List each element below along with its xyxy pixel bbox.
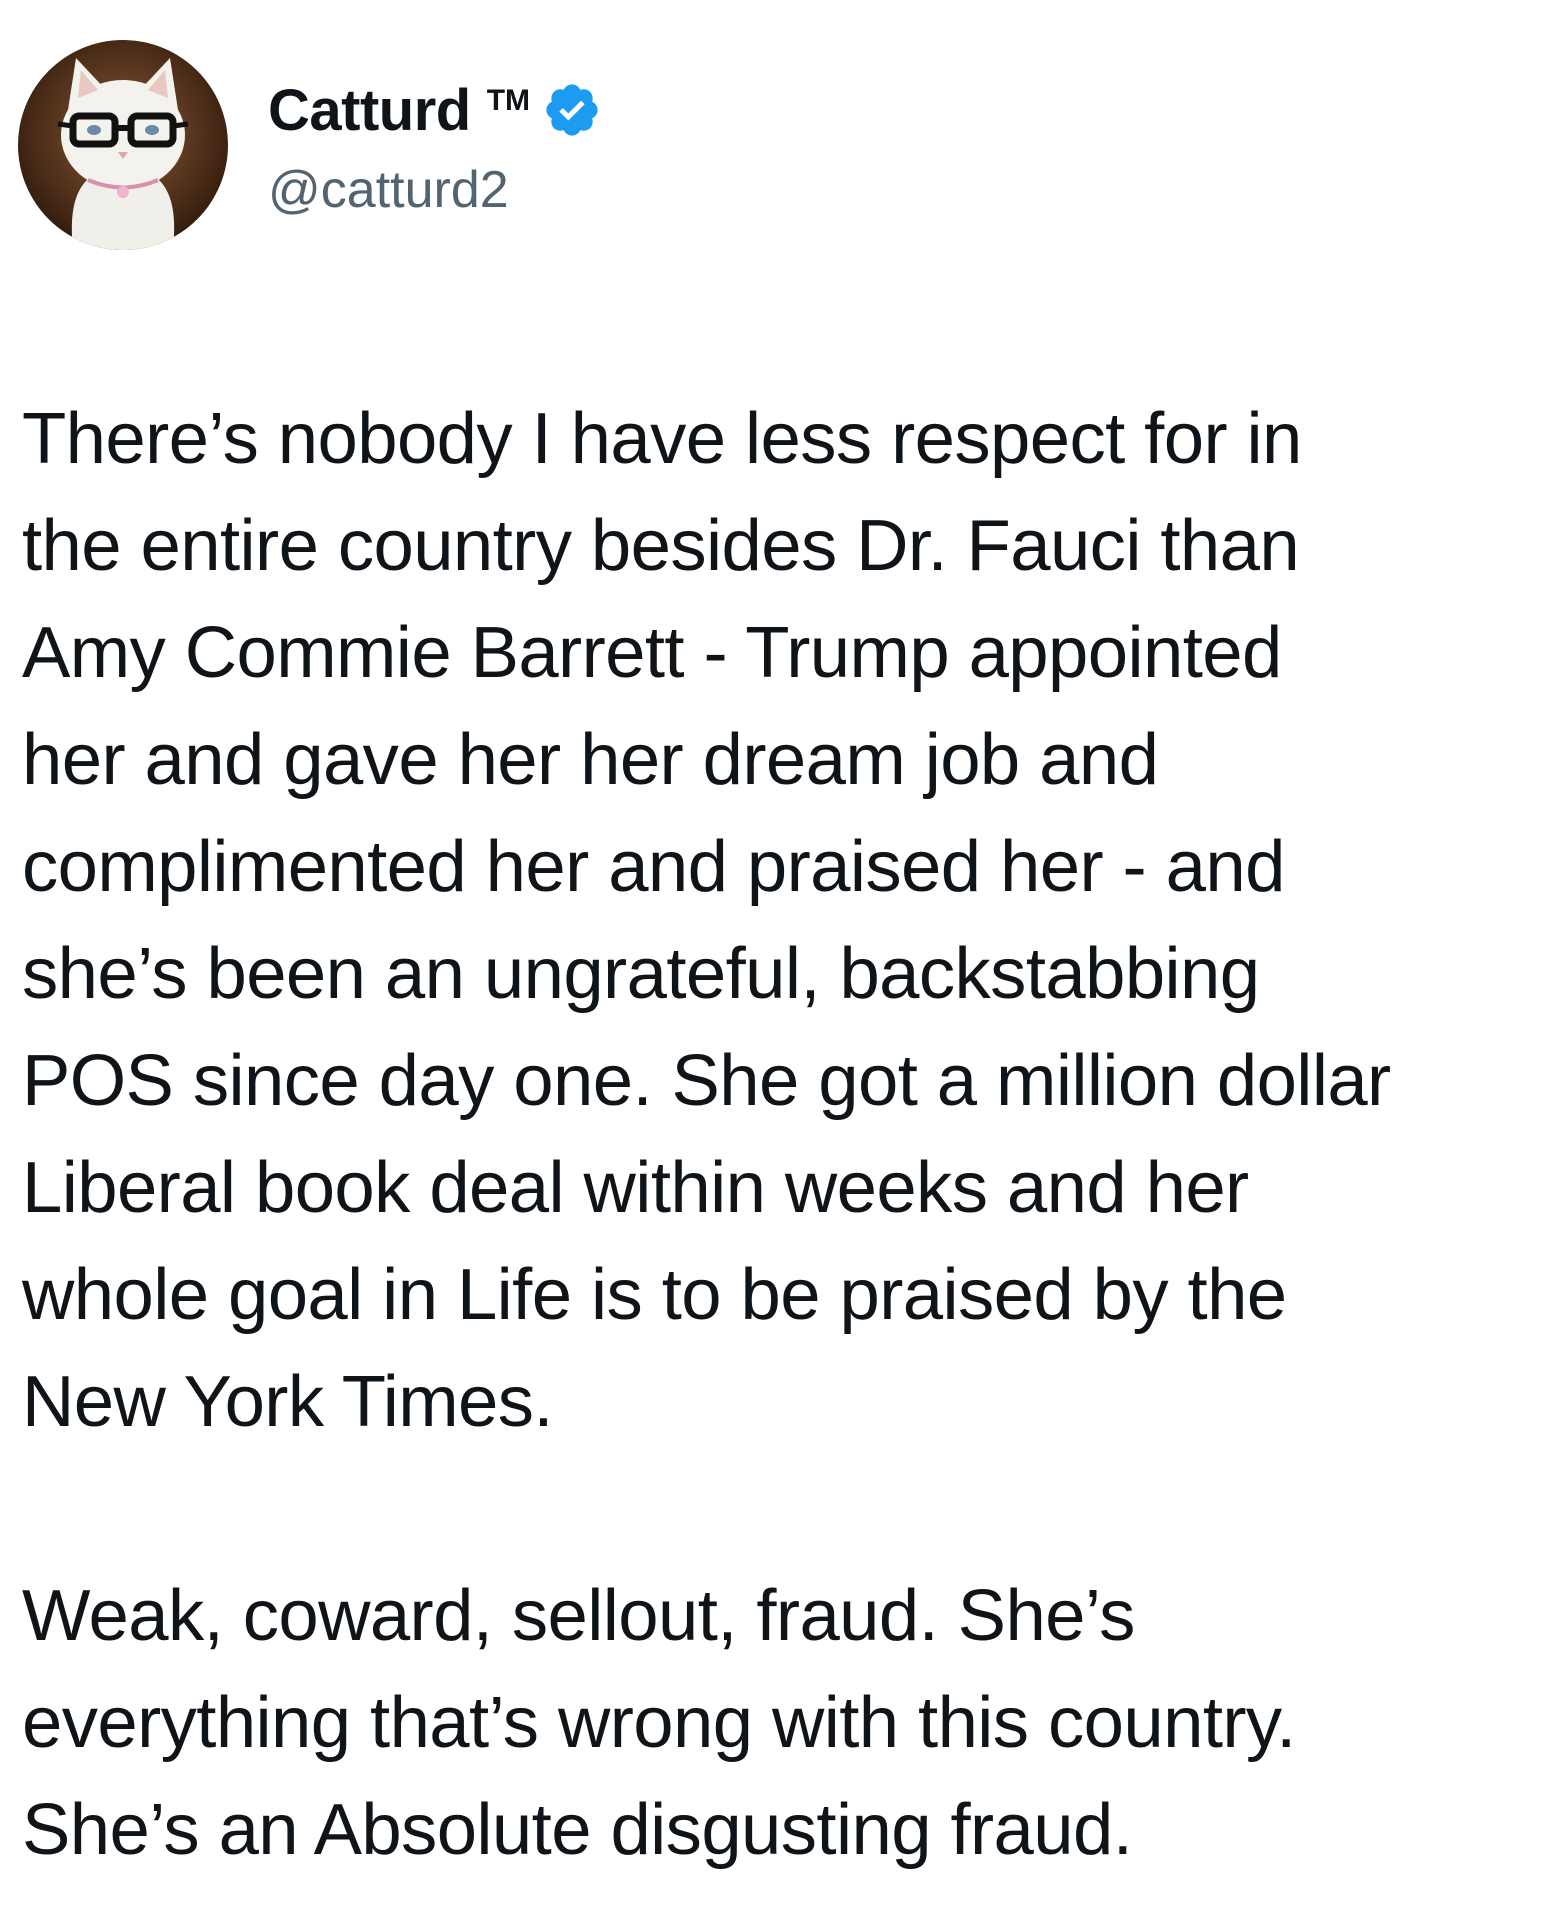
name-row: Catturd TM (268, 70, 602, 150)
avatar[interactable] (18, 40, 228, 250)
verified-badge-icon (542, 80, 602, 140)
display-name[interactable]: Catturd (268, 77, 471, 144)
cat-avatar-icon (18, 40, 228, 250)
user-info: Catturd TM @catturd2 (268, 70, 602, 220)
user-handle[interactable]: @catturd2 (268, 160, 602, 220)
tweet-header: Catturd TM @catturd2 (18, 40, 602, 250)
tweet-paragraph-1: There’s nobody I have less respect for i… (22, 398, 1391, 1442)
tweet-paragraph-2: Weak, coward, sellout, fraud. She’s ever… (22, 1575, 1296, 1870)
tweet-text: There’s nobody I have less respect for i… (22, 385, 1532, 1883)
trademark-symbol: TM (486, 84, 531, 117)
tweet-card: Catturd TM @catturd2 There’s nobody I ha… (0, 0, 1548, 1920)
